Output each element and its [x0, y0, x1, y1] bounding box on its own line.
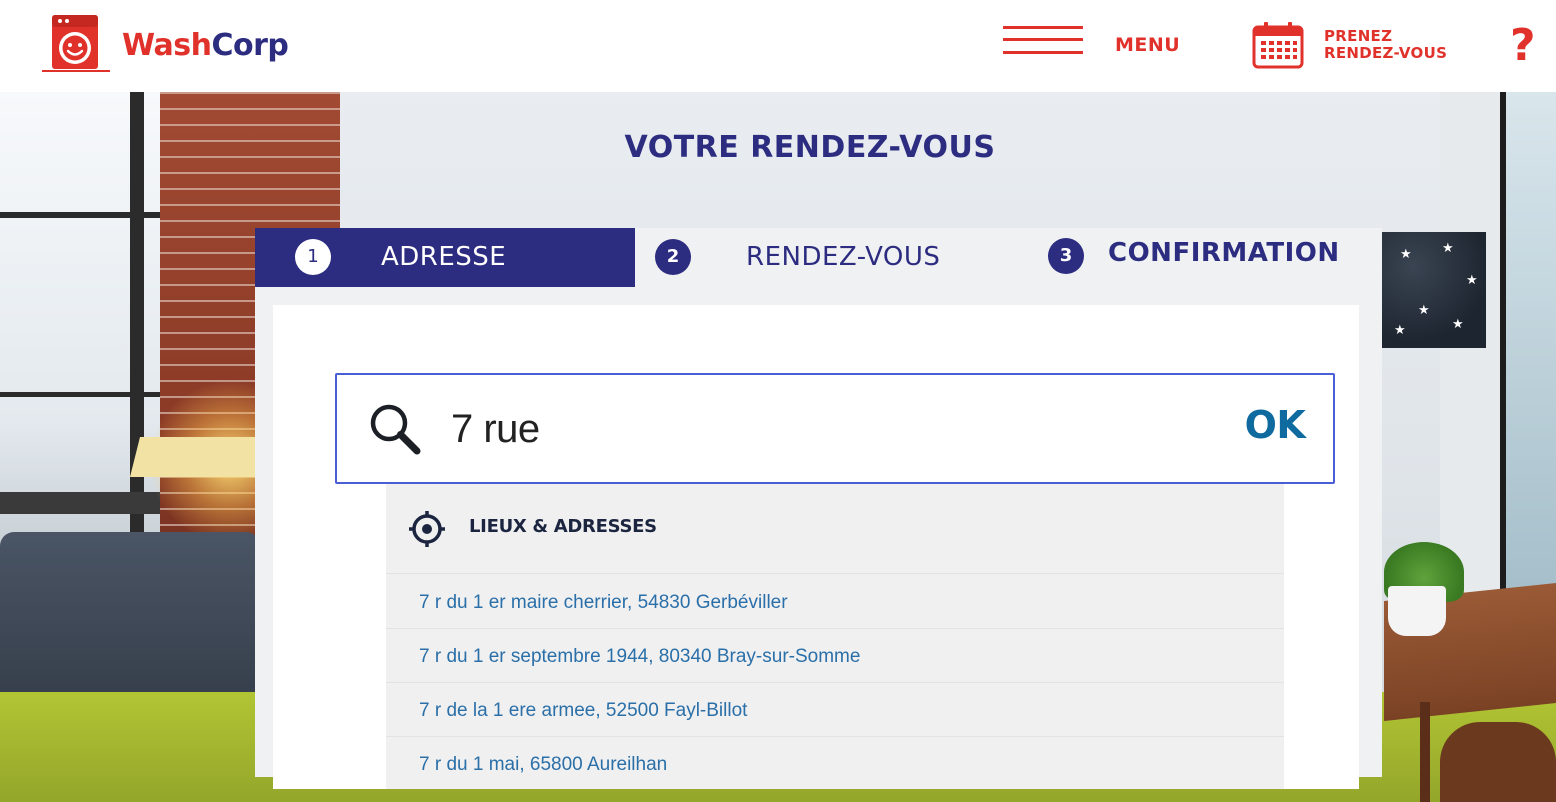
address-suggestions-dropdown: LIEUX & ADRESSES 7 r du 1 er maire cherr… — [386, 484, 1284, 789]
step-number: 3 — [1048, 238, 1084, 274]
target-icon — [409, 511, 445, 547]
calendar-icon — [1252, 22, 1304, 69]
step-appointment[interactable]: 2 RENDEZ-VOUS — [655, 228, 1015, 288]
address-suggestion-item[interactable]: 7 r de la 1 ere armee, 52500 Fayl-Billot — [386, 683, 1284, 737]
step-label: ADRESSE — [381, 242, 507, 272]
brand-logo-wash: Wash — [122, 28, 212, 63]
washing-machine-icon[interactable] — [40, 12, 112, 74]
step-label: CONFIRMATION — [1108, 238, 1340, 268]
address-suggestion-text: 7 r du 1 er septembre 1944, 80340 Bray-s… — [419, 646, 861, 667]
menu-label: MENU — [1115, 34, 1181, 56]
window-frame — [0, 492, 175, 514]
step-confirmation[interactable]: 3 CONFIRMATION — [1048, 228, 1382, 288]
background-window-right — [1500, 92, 1556, 652]
page-title: VOTRE RENDEZ-VOUS — [624, 130, 996, 165]
appointment-label: PRENEZ RENDEZ-VOUS — [1324, 28, 1474, 62]
search-ok-button[interactable]: OK — [1235, 403, 1315, 455]
booking-steps: 1 ADRESSE 2 RENDEZ-VOUS 3 CONFIRMATION — [255, 228, 1382, 304]
background-right-wall — [1440, 92, 1500, 612]
dropdown-header: LIEUX & ADRESSES — [386, 484, 1284, 574]
address-search-box: OK — [335, 373, 1335, 484]
address-suggestion-item[interactable]: 7 r du 1 mai, 65800 Aureilhan — [386, 737, 1284, 791]
background-table-leg — [1420, 702, 1430, 802]
background-lamp-shade — [130, 437, 270, 477]
brand-logo-corp: Corp — [211, 28, 289, 63]
address-suggestion-text: 7 r du 1 mai, 65800 Aureilhan — [419, 754, 668, 775]
dropdown-title: LIEUX & ADRESSES — [469, 516, 657, 537]
address-suggestion-text: 7 r de la 1 ere armee, 52500 Fayl-Billot — [419, 700, 748, 721]
appointment-label-line2: RENDEZ-VOUS — [1324, 44, 1448, 62]
background-chair — [1440, 722, 1556, 802]
step-number: 1 — [295, 239, 331, 275]
address-suggestion-item[interactable]: 7 r du 1 er septembre 1944, 80340 Bray-s… — [386, 629, 1284, 683]
background-plant-pot — [1388, 586, 1446, 636]
search-icon — [370, 404, 421, 455]
address-search-input[interactable] — [451, 399, 1211, 459]
step-label: RENDEZ-VOUS — [746, 242, 941, 272]
menu-button[interactable]: MENU — [1003, 22, 1198, 62]
book-appointment-button[interactable]: PRENEZ RENDEZ-VOUS — [1250, 22, 1470, 72]
site-header: WashCorp MENU PRENEZ RENDEZ-VOUS ? — [0, 0, 1556, 92]
help-button[interactable]: ? — [1510, 20, 1550, 72]
background-artwork: ★ ★ ★ ★ ★ ★ — [1382, 232, 1486, 348]
address-suggestion-text: 7 r du 1 er maire cherrier, 54830 Gerbév… — [419, 592, 788, 613]
appointment-label-line1: PRENEZ — [1324, 27, 1393, 45]
address-suggestion-item[interactable]: 7 r du 1 er maire cherrier, 54830 Gerbév… — [386, 575, 1284, 629]
step-number: 2 — [655, 239, 691, 275]
brand-logo-text[interactable]: WashCorp — [122, 28, 289, 63]
step-address[interactable]: 1 ADRESSE — [255, 228, 635, 287]
hamburger-icon — [1003, 24, 1085, 56]
